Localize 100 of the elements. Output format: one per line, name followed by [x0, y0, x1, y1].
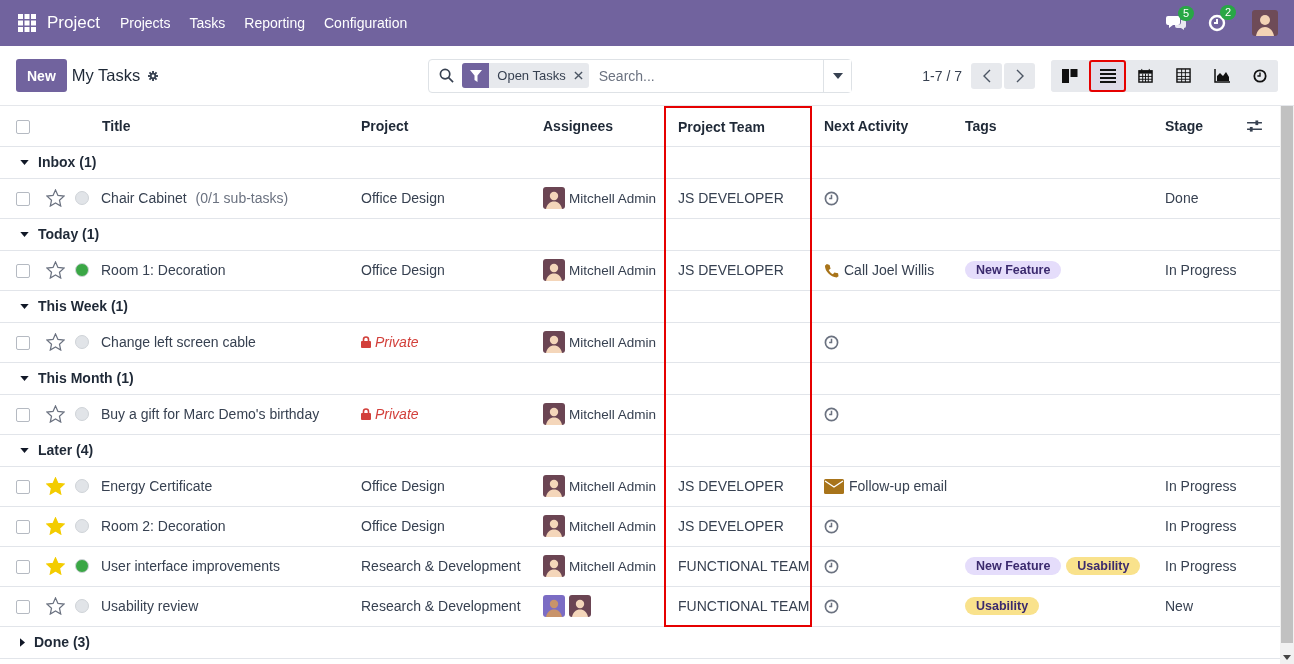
filled-star-icon[interactable]: [46, 517, 65, 535]
project-name: Research & Development: [361, 558, 521, 574]
sliders-icon[interactable]: [1247, 119, 1262, 133]
caret-down-icon[interactable]: [1283, 655, 1291, 660]
row-checkbox[interactable]: [16, 336, 30, 351]
row-checkbox[interactable]: [16, 408, 30, 423]
avatar-icon[interactable]: [543, 403, 565, 425]
assignee-name: Mitchell Admin: [569, 406, 657, 422]
status-dot[interactable]: [75, 263, 89, 277]
subtask-count: (0/1 sub-tasks): [195, 190, 289, 206]
menu-item[interactable]: Configuration: [324, 15, 408, 31]
view-switch-button[interactable]: [1089, 59, 1126, 92]
group-header[interactable]: This Month (1): [20, 370, 349, 386]
status-dot[interactable]: [75, 191, 89, 205]
avatar-icon[interactable]: [543, 331, 565, 353]
status-dot[interactable]: [75, 599, 89, 613]
task-title: Usability review: [101, 598, 199, 614]
star-outline-icon[interactable]: [46, 597, 65, 615]
column-header[interactable]: Project: [349, 107, 531, 146]
row-checkbox[interactable]: [16, 480, 30, 495]
task-title: Energy Certificate: [101, 478, 213, 494]
activity-label: Call Joel Willis: [844, 262, 935, 278]
star-outline-icon[interactable]: [46, 405, 65, 423]
avatar-icon[interactable]: [543, 555, 565, 577]
task-title: Room 2: Decoration: [101, 518, 226, 534]
menu-item[interactable]: Reporting: [244, 15, 305, 31]
row-checkbox[interactable]: [16, 600, 30, 615]
column-header[interactable]: Project Team: [665, 107, 811, 146]
new-button[interactable]: New: [16, 59, 67, 92]
close-icon[interactable]: [573, 71, 583, 80]
group-header[interactable]: Done (3): [20, 634, 349, 650]
select-all-checkbox[interactable]: [16, 120, 30, 135]
task-title: Buy a gift for Marc Demo's birthday: [101, 406, 320, 422]
team-name: JS DEVELOPER: [678, 518, 784, 534]
menu-item[interactable]: Tasks: [189, 15, 226, 31]
clock-icon[interactable]: [824, 190, 839, 206]
envelope-icon[interactable]: [824, 478, 844, 494]
page-title: My Tasks: [71, 66, 141, 85]
team-name: FUNCTIONAL TEAM: [678, 558, 809, 574]
avatar-icon[interactable]: [543, 515, 565, 537]
previous-button[interactable]: [971, 62, 1002, 89]
tag: Usability: [965, 597, 1040, 615]
calendar-icon: [1138, 68, 1153, 83]
tag: New Feature: [965, 261, 1062, 279]
clock-icon[interactable]: [824, 558, 839, 574]
filter-icon: [469, 69, 482, 82]
column-header[interactable]: Title: [38, 107, 349, 146]
assignee-name: Mitchell Admin: [569, 478, 657, 494]
menu-item[interactable]: Projects: [119, 15, 171, 31]
next-button[interactable]: [1004, 62, 1035, 89]
avatar-icon[interactable]: [569, 595, 591, 617]
star-outline-icon[interactable]: [46, 333, 65, 351]
row-checkbox[interactable]: [16, 192, 30, 207]
chevron-left-icon: [982, 68, 991, 83]
clock-icon[interactable]: [824, 406, 839, 422]
group-header[interactable]: This Week (1): [20, 298, 349, 314]
filled-star-icon[interactable]: [46, 477, 65, 495]
row-checkbox[interactable]: [16, 264, 30, 279]
status-dot[interactable]: [75, 519, 89, 533]
row-checkbox[interactable]: [16, 520, 30, 535]
stage-name: In Progress: [1165, 518, 1237, 534]
private-label: Private: [375, 334, 419, 350]
avatar-icon[interactable]: [543, 187, 565, 209]
table-icon: [1176, 68, 1191, 83]
star-outline-icon[interactable]: [46, 189, 65, 207]
status-dot[interactable]: [75, 335, 89, 349]
filled-star-icon[interactable]: [46, 557, 65, 575]
column-header[interactable]: Next Activity: [811, 107, 953, 146]
phone-icon[interactable]: [824, 262, 839, 278]
group-header[interactable]: Later (4): [20, 442, 349, 458]
column-header[interactable]: Tags: [953, 107, 1153, 146]
search-bar[interactable]: Open Tasks Search...: [428, 58, 853, 93]
avatar-icon[interactable]: [543, 259, 565, 281]
status-dot[interactable]: [75, 559, 89, 573]
avatar-icon[interactable]: [543, 475, 565, 497]
team-name: JS DEVELOPER: [678, 262, 784, 278]
notification-badge: 5: [1178, 6, 1195, 21]
clock-icon[interactable]: [824, 518, 839, 534]
status-dot[interactable]: [75, 407, 89, 421]
status-dot[interactable]: [75, 479, 89, 493]
group-header[interactable]: Inbox (1): [20, 154, 349, 170]
column-header[interactable]: Assignees: [531, 107, 665, 146]
user-avatar-icon[interactable]: [1252, 10, 1278, 36]
scrollbar[interactable]: [1280, 106, 1294, 664]
project-name: Research & Development: [361, 598, 521, 614]
row-checkbox[interactable]: [16, 560, 30, 575]
star-outline-icon[interactable]: [46, 261, 65, 279]
clock-icon[interactable]: [824, 598, 839, 614]
search-dropdown-button[interactable]: [823, 59, 852, 92]
settings-icon[interactable]: [148, 68, 159, 83]
kanban-icon: [1061, 67, 1078, 84]
caret-icon: [832, 72, 843, 79]
apps-grid-icon[interactable]: [18, 14, 36, 32]
tag: Usability: [1066, 557, 1141, 575]
app-name[interactable]: Project: [47, 13, 100, 33]
group-header[interactable]: Today (1): [20, 226, 349, 242]
project-name: Office Design: [361, 262, 445, 278]
clock-icon[interactable]: [824, 334, 839, 350]
chat-icon[interactable]: [1166, 15, 1186, 31]
facet-label: Open Tasks: [496, 68, 567, 83]
